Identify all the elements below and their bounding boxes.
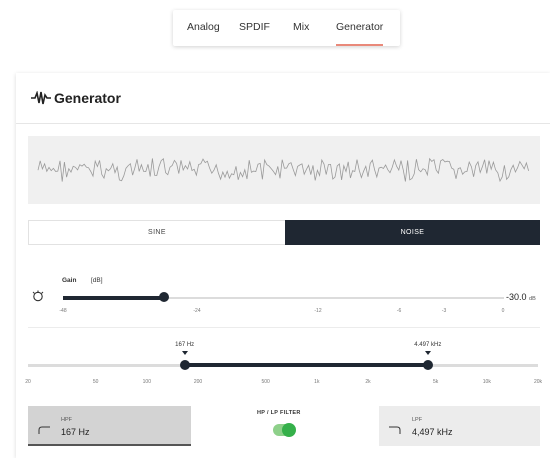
lpf-slider-thumb[interactable]	[422, 360, 433, 370]
high-pass-icon	[38, 426, 50, 434]
gain-tick-label: -48	[59, 308, 67, 314]
waveform-preview	[28, 136, 540, 204]
hpf-marker-arrow	[181, 351, 188, 355]
gain-value: -30.0 dB	[506, 292, 536, 302]
frequency-tick-label: 50	[92, 379, 99, 385]
generator-panel: Generator SINE NOISE Gain [dB] -30.0 dB …	[16, 73, 550, 458]
frequency-tick-label: 20k	[533, 379, 543, 385]
hpf-value: 167 Hz	[61, 427, 90, 437]
gain-slider-fill	[63, 296, 164, 300]
gain-tick-label: -3	[441, 308, 447, 314]
filter-toggle[interactable]	[273, 423, 296, 437]
hpf-control[interactable]: HPF 167 Hz	[28, 406, 191, 446]
gain-slider-thumb[interactable]	[158, 292, 169, 302]
frequency-tick-label: 10k	[482, 379, 491, 385]
lpf-title: LPF	[412, 417, 423, 423]
lpf-control[interactable]: LPF 4,497 kHz	[379, 406, 540, 446]
frequency-tick-label: 2k	[365, 379, 371, 385]
hpf-title: HPF	[61, 417, 72, 423]
lpf-marker-label: 4.497 kHz	[414, 342, 442, 348]
filter-toggle-label: HP / LP FILTER	[257, 410, 301, 416]
frequency-tick-label: 5k	[433, 379, 439, 385]
tab-spdif[interactable]: SPDIF	[239, 10, 270, 46]
lpf-marker-arrow	[424, 351, 431, 355]
gain-unit-label: [dB]	[91, 277, 103, 284]
tab-generator[interactable]: Generator	[336, 10, 384, 46]
hpf-slider-thumb[interactable]	[179, 360, 190, 370]
gain-label: Gain	[62, 277, 77, 284]
gain-tick-label: -24	[193, 308, 201, 314]
noise-waveform	[37, 157, 529, 183]
frequency-tick-label: 200	[193, 379, 203, 385]
lpf-value: 4,497 kHz	[412, 427, 453, 437]
low-pass-icon	[389, 426, 401, 434]
divider	[28, 327, 540, 328]
hpf-marker-label: 167 Hz	[175, 342, 195, 348]
filter-range-fill	[184, 363, 428, 367]
tab-mix[interactable]: Mix	[293, 10, 309, 46]
frequency-tick-label: 100	[142, 379, 151, 385]
filter-toggle-knob	[282, 423, 296, 437]
noise-button[interactable]: NOISE	[285, 220, 540, 245]
sine-button[interactable]: SINE	[28, 220, 285, 245]
tab-analog[interactable]: Analog	[187, 10, 220, 46]
waveform-icon	[31, 91, 51, 105]
frequency-tick-label: 20	[25, 379, 31, 385]
frequency-tick-label: 500	[261, 379, 270, 385]
gain-tick-label: -6	[396, 308, 402, 314]
tab-bar: Analog SPDIF Mix Generator	[173, 10, 400, 46]
frequency-tick-label: 1k	[314, 379, 320, 385]
dial-icon	[32, 290, 44, 302]
gain-tick-label: -12	[314, 308, 322, 314]
gain-tick-label: 0	[501, 308, 505, 314]
panel-header: Generator	[16, 73, 550, 124]
panel-title: Generator	[54, 90, 121, 106]
